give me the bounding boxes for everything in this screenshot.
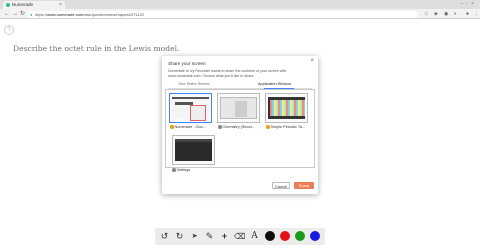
chrome-icon [170, 125, 174, 129]
color-green-swatch[interactable] [295, 231, 305, 241]
reload-icon[interactable]: ↻ [20, 9, 25, 19]
share-button[interactable]: Share [294, 182, 314, 189]
color-blue-swatch[interactable] [310, 231, 320, 241]
address-bar[interactable]: ● https://www.numerade.com/ask/question/… [28, 11, 418, 18]
close-icon[interactable]: × [310, 58, 314, 64]
cancel-button[interactable]: Cancel [272, 182, 290, 189]
undo-icon[interactable]: ↺ [159, 231, 170, 242]
extension-icon[interactable]: ◐ [454, 9, 457, 19]
color-black-swatch[interactable] [265, 231, 275, 241]
chrome-icon [266, 125, 270, 129]
back-icon[interactable]: ← [4, 9, 10, 19]
window-caption-periodic-table[interactable]: Simple Periodic Ta... [266, 125, 305, 129]
color-red-swatch[interactable] [280, 231, 290, 241]
window-thumbnail-settings[interactable] [172, 135, 215, 165]
page-content: ? Describe the octet rule in the Lewis m… [0, 20, 480, 250]
extension-icon[interactable]: ◉ [444, 9, 448, 19]
text-icon[interactable]: A [249, 231, 260, 242]
window-thumbnail-periodic-table[interactable] [265, 93, 308, 123]
pen-icon[interactable]: ✎ [204, 231, 215, 242]
pdf-icon [218, 125, 222, 129]
plus-icon[interactable]: + [219, 231, 230, 242]
url-host: www.numerade.com [47, 12, 84, 17]
tab-entire-screen[interactable]: Your Entire Screen [178, 82, 210, 86]
window-controls[interactable]: –▫× [461, 1, 477, 7]
window-caption-numerade[interactable]: Numerade - Goo... [170, 125, 206, 129]
dialog-title: Share your screen [168, 61, 206, 66]
menu-icon[interactable]: ⋮ [474, 9, 479, 19]
share-screen-dialog: Share your screen × Numerade to Ivy Reco… [162, 56, 318, 194]
share-source-tabs: Your Entire Screen Application Window [168, 82, 312, 89]
dialog-description: Numerade to Ivy Recorder wants to share … [168, 69, 287, 78]
forward-icon[interactable]: → [12, 9, 18, 19]
close-tab-icon[interactable]: × [59, 1, 62, 9]
browser-toolbar: ← → ↻ ● https://www.numerade.com/ask/que… [0, 9, 480, 19]
eraser-icon[interactable]: ⌫ [234, 231, 245, 242]
browser-tab[interactable]: Numerade × [3, 1, 65, 9]
url-path: /ask/question/new/request/371120 [83, 12, 144, 17]
settings-icon [172, 168, 176, 172]
extension-icon[interactable]: ◈ [434, 9, 438, 19]
window-caption-chemistry[interactable]: Chemistry (Struct... [218, 125, 255, 129]
browser-tab-bar: Numerade × –▫× [0, 0, 480, 9]
tab-application-window[interactable]: Application Window [258, 82, 291, 86]
lock-icon: ● [30, 12, 33, 17]
tab-title: Numerade [12, 2, 34, 7]
url-prefix: https:// [35, 12, 48, 17]
window-list: Numerade - Goo... Chemistry (Struct... S… [165, 89, 315, 172]
profile-icon[interactable]: ● [466, 9, 469, 19]
window-caption-settings[interactable]: Settings [172, 168, 190, 172]
redo-icon[interactable]: ↻ [174, 231, 185, 242]
numerade-favicon-icon [6, 3, 10, 7]
window-thumbnail-numerade[interactable] [169, 93, 212, 123]
bookmark-star-icon[interactable]: ☆ [424, 9, 428, 19]
window-thumbnail-chemistry[interactable] [217, 93, 260, 123]
drawing-toolbar: ↺ ↻ ➤ ✎ + ⌫ A [155, 228, 325, 245]
pointer-icon[interactable]: ➤ [189, 231, 200, 242]
